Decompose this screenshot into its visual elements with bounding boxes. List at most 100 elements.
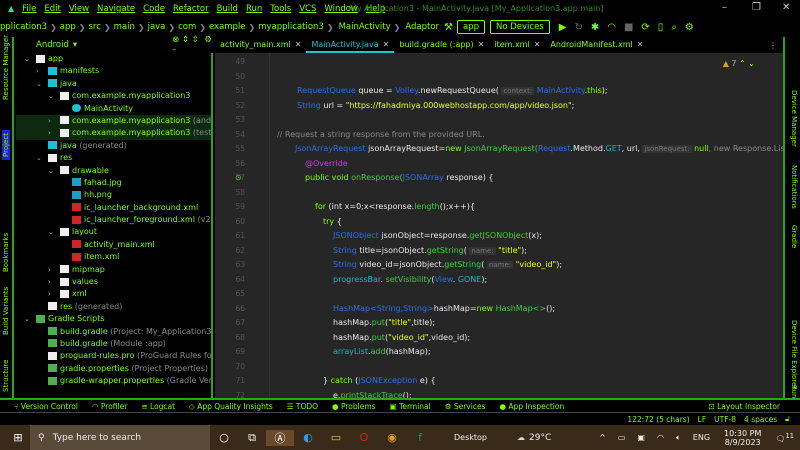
chevron-down-icon[interactable]: ⌄	[24, 53, 30, 65]
close-tab-icon[interactable]: ✕	[637, 40, 644, 49]
tool-window-device-file-explorer[interactable]: Device File Explorer	[790, 320, 798, 389]
breadcrumb-item[interactable]: main	[114, 22, 135, 32]
wifi-icon[interactable]: ◠	[657, 433, 664, 442]
facebook-icon[interactable]: f	[406, 431, 434, 444]
close-button[interactable]: ✕	[782, 2, 790, 13]
tool-window-notifications[interactable]: Notifications	[790, 165, 798, 209]
search-icon[interactable]: ⌕	[671, 22, 677, 33]
clock[interactable]: 10:30 PM 8/9/2023	[724, 429, 761, 447]
chevron-down-icon[interactable]: ⌄	[36, 78, 42, 90]
build-hammer-icon[interactable]: ⚒	[444, 22, 453, 33]
code-area[interactable]: RequestQueue queue = Volley.newRequestQu…	[215, 53, 783, 398]
tool-window-project[interactable]: Project	[2, 130, 10, 160]
lock-icon[interactable]: 🔓︎	[785, 414, 790, 424]
language[interactable]: ENG	[693, 433, 710, 442]
tree-item[interactable]: ic_launcher_background.xml	[16, 202, 211, 214]
chevron-right-icon[interactable]: ›	[48, 264, 51, 276]
tool-version-control[interactable]: ⑂ Version Control	[14, 402, 78, 411]
volume-icon[interactable]: 🔈︎	[676, 433, 681, 443]
close-tab-icon[interactable]: ✕	[534, 40, 541, 49]
breadcrumb-item[interactable]: com	[178, 22, 196, 32]
encoding[interactable]: UTF-8	[714, 415, 736, 424]
settings-icon[interactable]: ⚙	[685, 22, 694, 33]
tree-item[interactable]: › xml	[16, 288, 211, 300]
tree-item[interactable]: › manifests	[16, 65, 211, 77]
menu-navigate[interactable]: Navigate	[97, 4, 135, 14]
device-manager-icon[interactable]: ▯	[658, 22, 664, 33]
tree-item[interactable]: ⌄ java	[16, 78, 211, 90]
tool-window-resource-manager[interactable]: Resource Manager	[2, 35, 10, 100]
rerun-icon[interactable]: ↻	[574, 22, 582, 33]
tree-item[interactable]: ⌄ drawable	[16, 165, 211, 177]
tool-window-structure[interactable]: Structure	[2, 359, 10, 392]
breadcrumb-item[interactable]: pplication3	[0, 22, 47, 32]
stop-icon[interactable]: ■	[624, 22, 633, 33]
opera-icon[interactable]: O	[350, 431, 378, 444]
tree-item[interactable]: ⌄ res	[16, 152, 211, 164]
chevron-right-icon[interactable]: ›	[48, 288, 51, 300]
chevron-right-icon[interactable]: ›	[48, 127, 51, 139]
chevron-down-icon[interactable]: ⌄	[48, 226, 54, 238]
tab-MainActivity[interactable]: MainActivity.java ✕	[306, 37, 395, 53]
tool-logcat[interactable]: ≡ Logcat	[141, 402, 175, 411]
tree-item[interactable]: item.xml	[16, 251, 211, 263]
menu-refactor[interactable]: Refactor	[173, 4, 209, 14]
tool-window-device-manager[interactable]: Device Manager	[790, 90, 798, 147]
breadcrumb-item[interactable]: MainActivity	[339, 22, 391, 32]
profile-icon[interactable]: ◠	[607, 22, 616, 33]
caret-position[interactable]: 122:72 (5 chars)	[627, 415, 689, 424]
menu-tools[interactable]: Tools	[270, 4, 291, 14]
chevron-down-icon[interactable]: ⌄	[48, 165, 54, 177]
chevron-right-icon[interactable]: ›	[36, 65, 39, 77]
tree-item[interactable]: hh.png	[16, 189, 211, 201]
tree-item[interactable]: ic_launcher_foreground.xml (v24)	[16, 214, 211, 226]
tool-terminal[interactable]: ▣ Terminal	[390, 402, 431, 411]
breadcrumb-item[interactable]: src	[89, 22, 101, 32]
tree-item[interactable]: res (generated)	[16, 301, 211, 313]
desktop-toolbar[interactable]: Desktop	[454, 433, 487, 442]
chevron-right-icon[interactable]: ›	[48, 115, 51, 127]
tree-item[interactable]: ⌄ layout	[16, 226, 211, 238]
menu-code[interactable]: Code	[143, 4, 165, 14]
tree-item[interactable]: › mipmap	[16, 264, 211, 276]
menu-edit[interactable]: Edit	[44, 4, 60, 14]
close-tab-icon[interactable]: ✕	[383, 40, 390, 49]
code-editor[interactable]: 49 50 51 52 53 54 55 56 57 58 59 60 61 62 63 64 65 66 67 68…	[215, 53, 783, 398]
tree-item[interactable]: › com.example.myapplication3 (androidTest…	[16, 114, 211, 128]
breadcrumb-item[interactable]: myapplication3	[258, 22, 324, 32]
more-tabs-icon[interactable]: ⋮	[769, 41, 777, 50]
tray-chevron-icon[interactable]: ^	[599, 433, 606, 442]
menu-build[interactable]: Build	[217, 4, 238, 14]
tool-window-gradle[interactable]: Gradle	[790, 225, 798, 248]
tool-app-quality-insights[interactable]: ◇ App Quality Insights	[189, 402, 273, 411]
project-view-select[interactable]: Android	[36, 40, 69, 50]
tool-profiler[interactable]: ◠ Profiler	[92, 402, 127, 411]
maximize-button[interactable]: ❐	[752, 2, 761, 13]
android-studio-icon[interactable]: Ⓐ	[266, 429, 294, 446]
chevron-right-icon[interactable]: ›	[48, 276, 51, 288]
edge-icon[interactable]: ◐	[294, 431, 322, 444]
weather-temp[interactable]: 29°C	[529, 433, 551, 443]
menu-run[interactable]: Run	[246, 4, 262, 14]
tool-layout-inspector[interactable]: ⊡ Layout Inspector	[708, 402, 780, 411]
close-tab-icon[interactable]: ✕	[478, 40, 485, 49]
task-view-icon[interactable]: ⧉	[238, 431, 266, 445]
start-button[interactable]: ⊞	[4, 431, 32, 444]
chevron-down-icon[interactable]: ⌄	[48, 90, 54, 102]
breadcrumb-item[interactable]: example	[209, 22, 246, 32]
tab-item[interactable]: item.xml ✕	[489, 37, 545, 53]
taskbar-search[interactable]: ⚲ Type here to search	[30, 425, 210, 450]
tree-item[interactable]: ⌄ com.example.myapplication3	[16, 90, 211, 102]
chevron-down-icon[interactable]: ⌄	[36, 152, 42, 164]
project-toolbar-icons[interactable]: ⊗ ⇕ ⇳ ⚙ –	[172, 35, 213, 55]
tree-item[interactable]: fahad.jpg	[16, 177, 211, 189]
tool-window-bookmarks[interactable]: Bookmarks	[2, 233, 10, 272]
tab-activity_main[interactable]: activity_main.xml ✕	[215, 37, 306, 53]
notification-icon[interactable]: 🗨︎11	[775, 432, 794, 444]
tree-item[interactable]: gradle-wrapper.properties (Gradle Versio…	[16, 375, 211, 387]
tab-build[interactable]: build.gradle (:app) ✕	[394, 37, 489, 53]
tab-AndroidManifest[interactable]: AndroidManifest.xml ✕	[545, 37, 648, 53]
tree-item[interactable]: gradle.properties (Project Properties)	[16, 363, 211, 375]
tree-item[interactable]: activity_main.xml	[16, 239, 211, 251]
tool-window-build-variants[interactable]: Build Variants	[2, 287, 10, 335]
